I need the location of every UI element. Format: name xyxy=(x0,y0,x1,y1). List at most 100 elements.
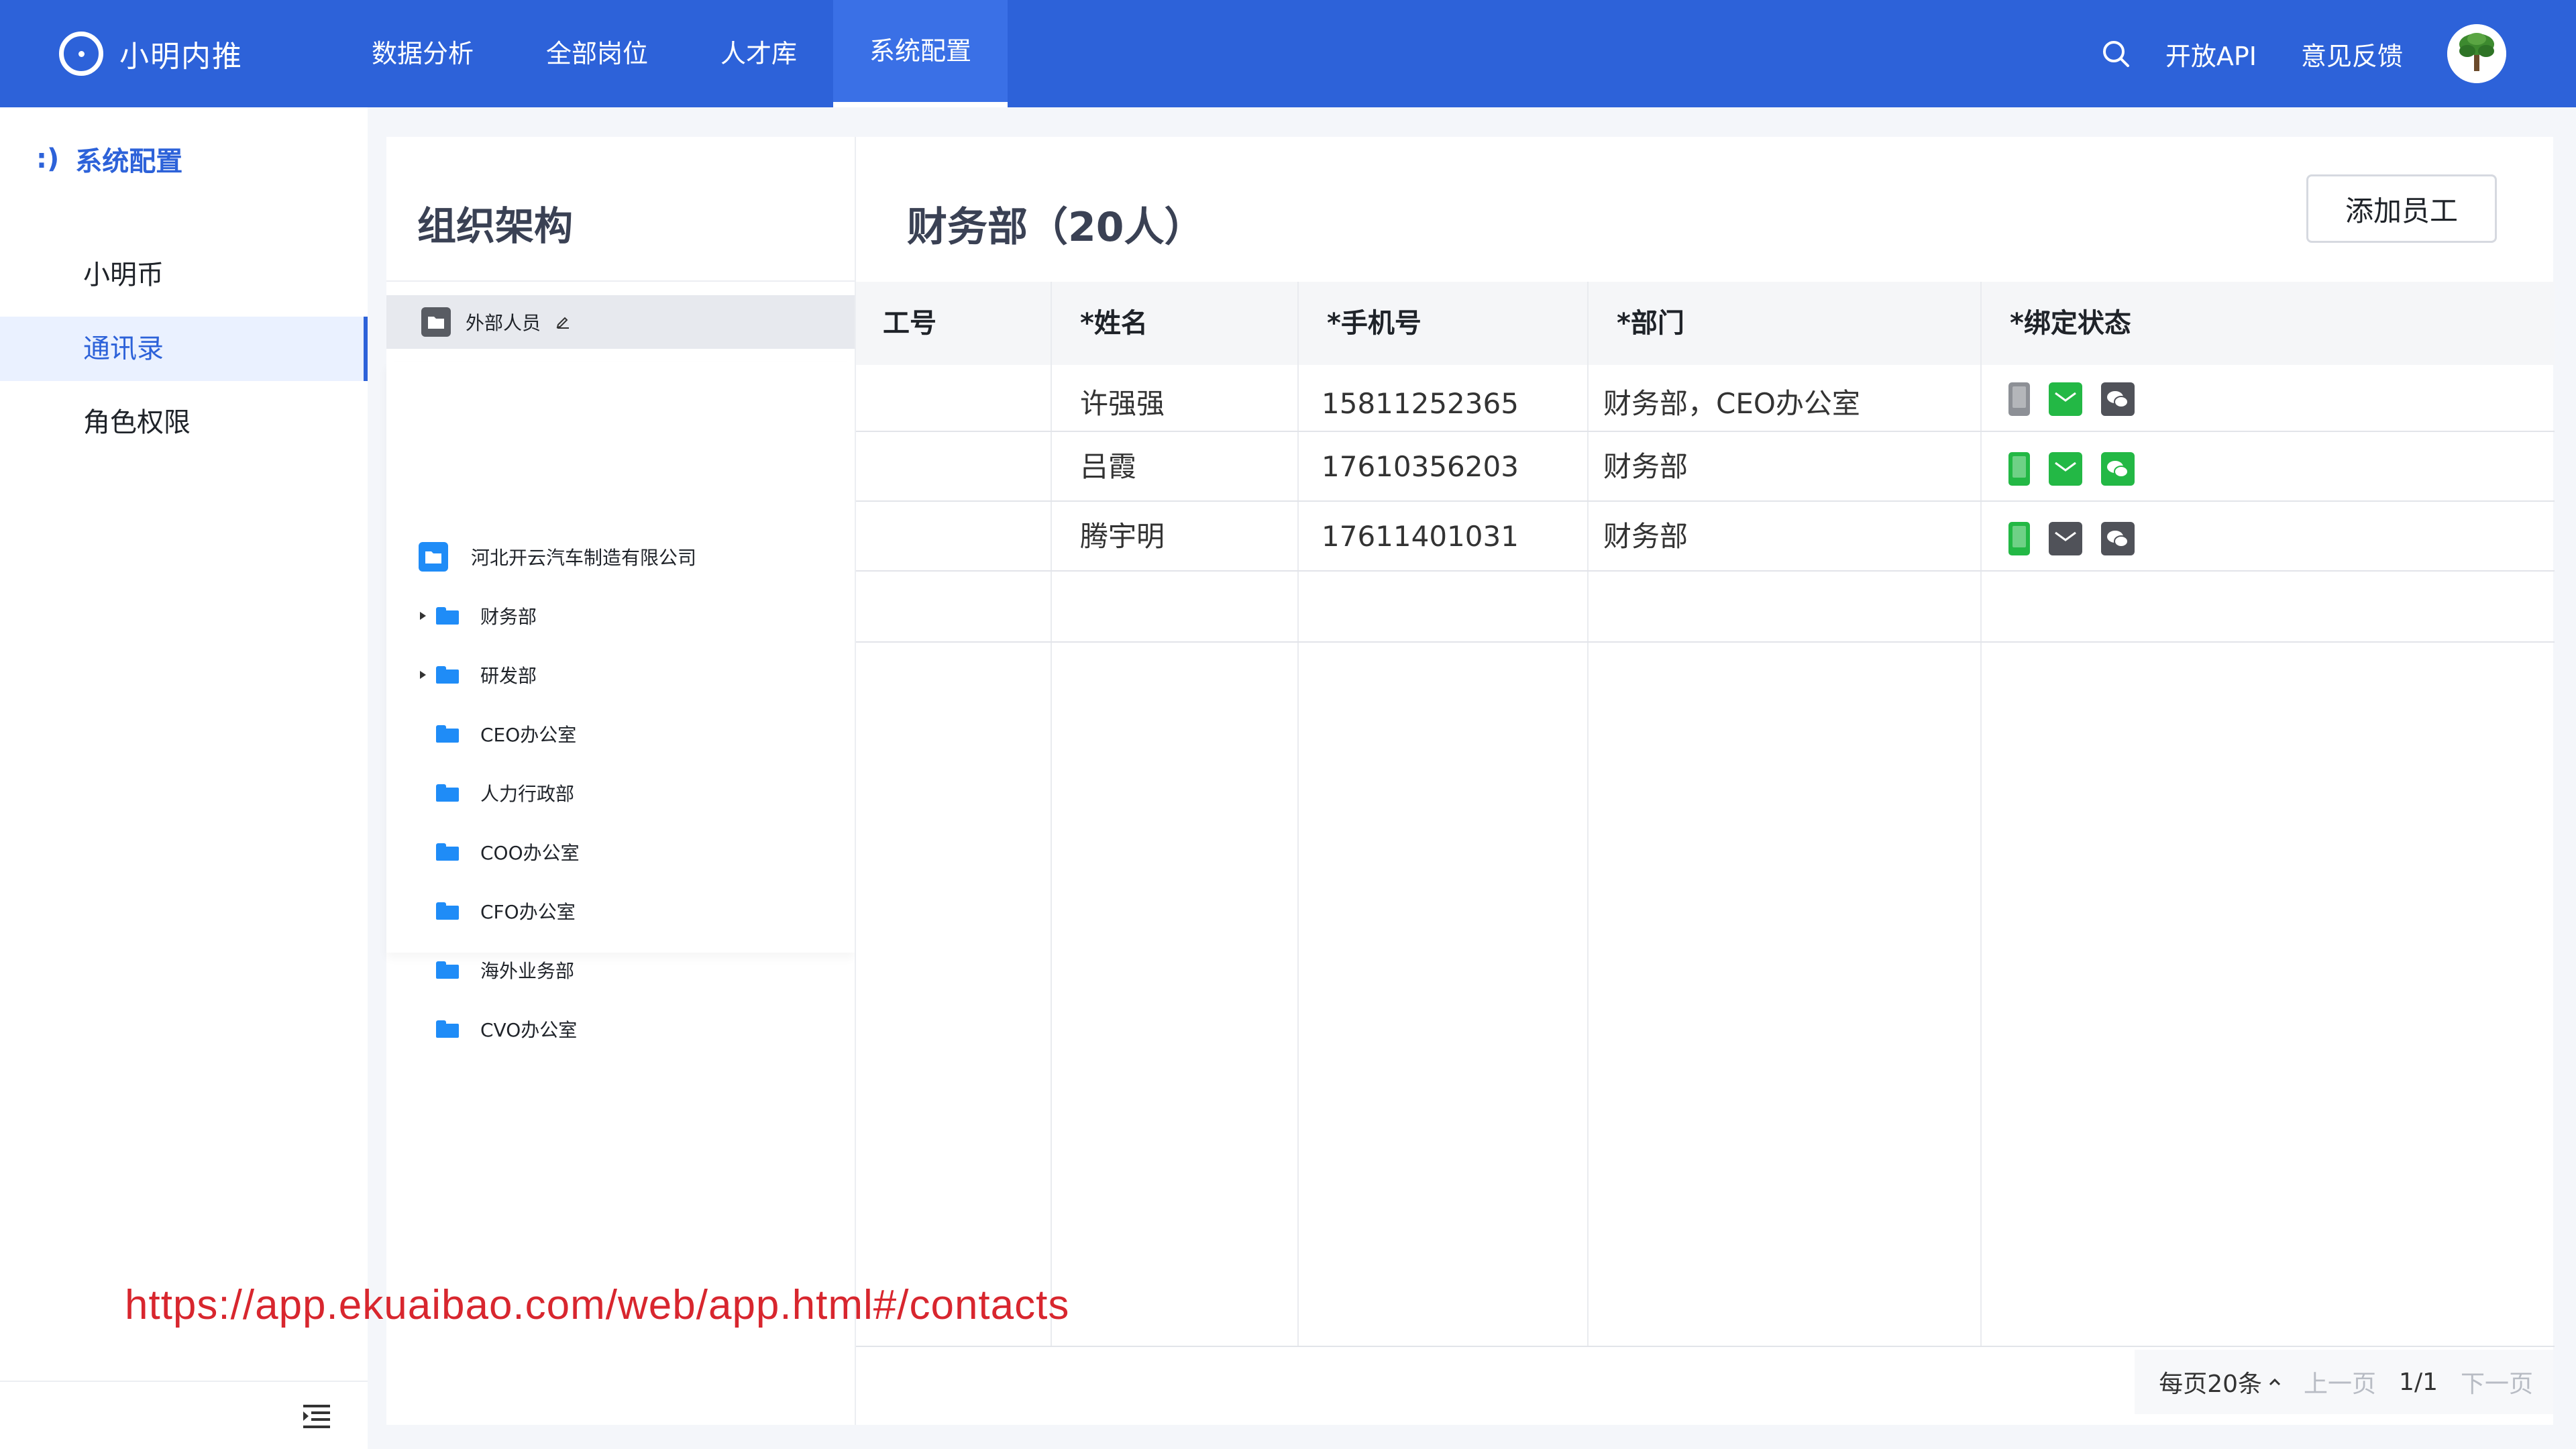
divider xyxy=(386,280,855,282)
phone-unbound-icon xyxy=(2008,382,2030,416)
department-label: CFO办公室 xyxy=(480,901,576,923)
department-label: 人力行政部 xyxy=(480,783,575,805)
cell-phone: 17610356203 xyxy=(1322,450,1519,483)
app-name: 小明内推 xyxy=(119,40,243,74)
folder-icon xyxy=(436,725,459,743)
caret-right-icon[interactable] xyxy=(409,611,436,621)
app-logo[interactable]: 小明内推 xyxy=(59,30,243,78)
department-label: CEO办公室 xyxy=(480,724,577,746)
user-avatar[interactable] xyxy=(2447,24,2506,83)
top-navbar: 小明内推 数据分析 全部岗位 人才库 系统配置 开放API 意见反馈 xyxy=(0,0,2576,107)
top-actions: 开放API 意见反馈 xyxy=(2096,0,2576,107)
open-api-link[interactable]: 开放API xyxy=(2165,36,2257,72)
main-nav: 数据分析 全部岗位 人才库 系统配置 xyxy=(335,0,1008,107)
department-label: COO办公室 xyxy=(480,842,580,864)
tree-item-cvo-office[interactable]: CVO办公室 xyxy=(436,1009,577,1049)
row-divider xyxy=(856,641,2555,643)
org-title: 组织架构 xyxy=(417,203,574,249)
tree-item-overseas[interactable]: 海外业务部 xyxy=(436,950,574,990)
divider xyxy=(856,1346,2555,1347)
phone-bound-icon xyxy=(2008,522,2030,555)
column-divider xyxy=(1587,282,1589,1346)
folder-icon xyxy=(436,902,459,920)
page-indicator: 1/1 xyxy=(2399,1368,2438,1396)
phone-bound-icon xyxy=(2008,452,2030,486)
cell-department: 财务部 xyxy=(1603,450,1688,483)
email-unbound-icon xyxy=(2049,522,2082,555)
tree-item-ceo-office[interactable]: CEO办公室 xyxy=(436,714,576,754)
department-label: CVO办公室 xyxy=(480,1019,578,1041)
cell-department: 财务部，CEO办公室 xyxy=(1603,387,1860,420)
sidebar-item-contacts[interactable]: 通讯录 xyxy=(0,317,368,381)
folder-icon xyxy=(436,961,459,979)
email-bound-icon xyxy=(2049,382,2082,416)
folder-icon xyxy=(436,607,459,625)
nav-all-positions[interactable]: 全部岗位 xyxy=(510,0,684,107)
prev-page-button[interactable]: 上一页 xyxy=(2304,1364,2376,1399)
folder-icon xyxy=(436,666,459,684)
sidebar-header: :) 系统配置 xyxy=(36,140,182,178)
column-divider xyxy=(1980,282,1982,1346)
nav-data-analysis[interactable]: 数据分析 xyxy=(335,0,510,107)
department-label: 海外业务部 xyxy=(480,960,575,982)
cell-phone: 17611401031 xyxy=(1322,520,1519,553)
email-bound-icon xyxy=(2049,452,2082,486)
company-name: 河北开云汽车制造有限公司 xyxy=(471,547,697,569)
binding-status xyxy=(2008,522,2135,555)
column-header-binding-status: *绑定状态 xyxy=(2010,308,2131,339)
cell-name: 吕霞 xyxy=(1080,450,1137,483)
contacts-table-panel: 财务部（20人） 添加员工 工号 *姓名 *手机号 *部门 *绑定状态 许强强 … xyxy=(855,137,2555,1425)
binding-status xyxy=(2008,452,2135,486)
department-title: 财务部（20人） xyxy=(907,204,1205,251)
add-employee-button[interactable]: 添加员工 xyxy=(2306,174,2497,243)
sidebar-title: 系统配置 xyxy=(75,146,183,177)
wechat-unbound-icon xyxy=(2101,382,2135,416)
sidebar-item-roles[interactable]: 角色权限 xyxy=(0,390,368,455)
logo-icon xyxy=(59,32,103,76)
tree-item-finance[interactable]: 财务部 xyxy=(409,596,537,636)
feedback-link[interactable]: 意见反馈 xyxy=(2301,36,2403,72)
column-divider xyxy=(1051,282,1052,1346)
cell-phone: 15811252365 xyxy=(1322,387,1519,420)
tree-root[interactable]: 河北开云汽车制造有限公司 xyxy=(419,537,696,577)
tree-item-hr[interactable]: 人力行政部 xyxy=(436,773,574,813)
chevron-up-icon xyxy=(2269,1378,2281,1386)
tree-item-cfo-office[interactable]: CFO办公室 xyxy=(436,891,576,931)
cell-name: 许强强 xyxy=(1080,387,1165,420)
sidebar-footer xyxy=(0,1381,368,1449)
page-size-select[interactable]: 每页20条 xyxy=(2159,1364,2281,1399)
collapse-menu-icon[interactable] xyxy=(302,1403,331,1433)
smile-icon: :) xyxy=(36,144,60,174)
row-divider xyxy=(856,570,2555,572)
column-divider xyxy=(1297,282,1299,1346)
wechat-bound-icon xyxy=(2101,452,2135,486)
sidebar-item-coins[interactable]: 小明币 xyxy=(0,243,368,307)
nav-system-config[interactable]: 系统配置 xyxy=(833,0,1008,107)
tree-item-rnd[interactable]: 研发部 xyxy=(409,655,537,695)
caret-right-icon[interactable] xyxy=(409,670,436,680)
column-header-department: *部门 xyxy=(1617,308,1684,339)
sidebar: :) 系统配置 小明币 通讯录 角色权限 xyxy=(0,107,368,1449)
building-folder-icon xyxy=(419,542,448,572)
cell-name: 腾宇明 xyxy=(1080,520,1165,553)
wechat-unbound-icon xyxy=(2101,522,2135,555)
external-members-label: 外部人员 xyxy=(466,312,541,334)
folder-icon xyxy=(436,784,459,802)
column-header-id: 工号 xyxy=(883,308,936,339)
tree-item-coo-office[interactable]: COO办公室 xyxy=(436,832,580,872)
external-members-item[interactable]: 外部人员 xyxy=(386,295,855,349)
folder-icon xyxy=(436,843,459,861)
column-header-name: *姓名 xyxy=(1080,308,1148,339)
url-caption: https://app.ekuaibao.com/web/app.html#/c… xyxy=(125,1282,1070,1328)
folder-icon xyxy=(436,1020,459,1038)
page-size-label: 每页20条 xyxy=(2159,1371,2263,1398)
next-page-button[interactable]: 下一页 xyxy=(2461,1364,2533,1399)
table-header: 工号 *姓名 *手机号 *部门 *绑定状态 xyxy=(856,282,2555,365)
binding-status xyxy=(2008,382,2135,416)
department-label: 财务部 xyxy=(480,606,537,628)
nav-talent-pool[interactable]: 人才库 xyxy=(684,0,833,107)
pagination: 每页20条 上一页 1/1 下一页 xyxy=(2135,1350,2553,1414)
search-icon[interactable] xyxy=(2096,34,2136,74)
edit-icon[interactable] xyxy=(555,311,570,333)
org-structure-panel: 组织架构 外部人员 河北开云汽车制造有限公司 财务部 研发部 CEO办公室 人力… xyxy=(386,137,855,1425)
